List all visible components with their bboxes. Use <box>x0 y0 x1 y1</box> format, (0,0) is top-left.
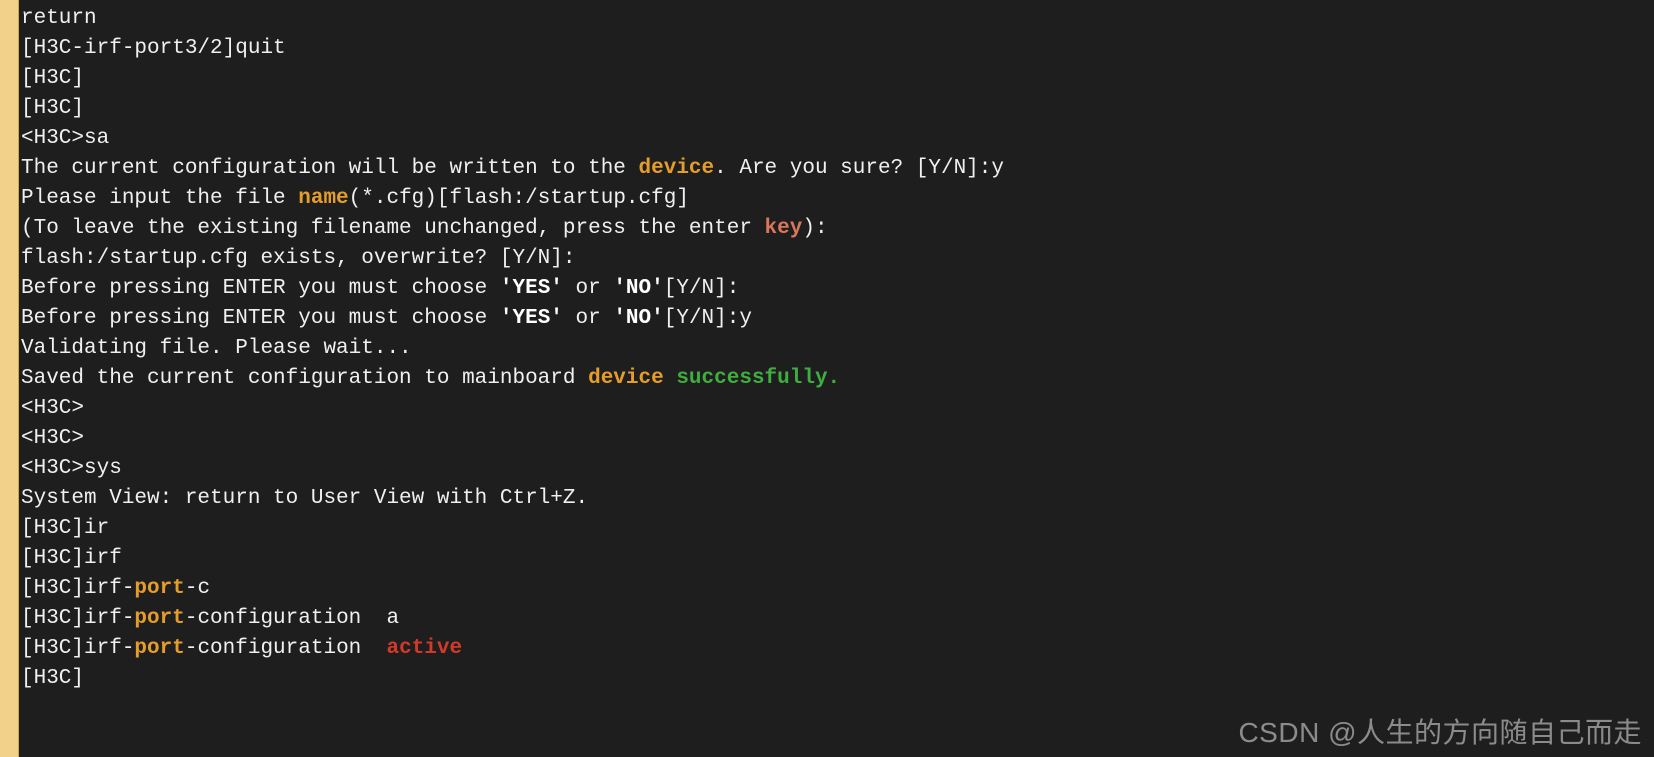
token-bold: 'YES' <box>500 307 563 330</box>
token: <H3C>sys <box>21 457 122 480</box>
terminal-line: (To leave the existing filename unchange… <box>21 214 1652 244</box>
token: <H3C>sa <box>21 127 109 150</box>
token-salmon: key <box>765 217 803 240</box>
token: [H3C]irf- <box>21 607 134 630</box>
token-orange: device <box>639 157 715 180</box>
terminal-line: [H3C] <box>21 664 1652 694</box>
terminal-line: <H3C>sa <box>21 124 1652 154</box>
token: [H3C]ir <box>21 517 109 540</box>
token-red: active <box>386 637 462 660</box>
token: The current configuration will be writte… <box>21 157 639 180</box>
token-bold: 'NO' <box>613 307 663 330</box>
token-orange: port <box>134 577 184 600</box>
token: or <box>563 277 613 300</box>
terminal-line: [H3C]irf <box>21 544 1652 574</box>
token: -configuration <box>185 637 387 660</box>
token-green: successfully. <box>676 367 840 390</box>
terminal-line: Before pressing ENTER you must choose 'Y… <box>21 304 1652 334</box>
terminal-line: [H3C]irf-port-configuration a <box>21 604 1652 634</box>
token: [H3C] <box>21 667 84 690</box>
token: flash:/startup.cfg exists, overwrite? [Y… <box>21 247 576 270</box>
token: or <box>563 307 613 330</box>
token: [H3C] <box>21 67 84 90</box>
token <box>664 367 677 390</box>
terminal-line: Before pressing ENTER you must choose 'Y… <box>21 274 1652 304</box>
terminal-line: [H3C]ir <box>21 514 1652 544</box>
token: [H3C]irf- <box>21 637 134 660</box>
token: -configuration a <box>185 607 399 630</box>
token: <H3C> <box>21 427 84 450</box>
token: [H3C]irf <box>21 547 122 570</box>
token: Validating file. Please wait... <box>21 337 412 360</box>
token: . Are you sure? [Y/N]:y <box>714 157 1004 180</box>
terminal-line: <H3C>sys <box>21 454 1652 484</box>
token: System View: return to User View with Ct… <box>21 487 588 510</box>
terminal-line: return <box>21 4 1652 34</box>
terminal-line: <H3C> <box>21 424 1652 454</box>
token: [H3C] <box>21 97 84 120</box>
token: [H3C-irf-port3/2]quit <box>21 37 286 60</box>
token-bold: 'NO' <box>613 277 663 300</box>
terminal-line: [H3C] <box>21 64 1652 94</box>
terminal-line: Saved the current configuration to mainb… <box>21 364 1652 394</box>
token: (To leave the existing filename unchange… <box>21 217 765 240</box>
terminal-line: Validating file. Please wait... <box>21 334 1652 364</box>
token: <H3C> <box>21 397 84 420</box>
token: (*.cfg)[flash:/startup.cfg] <box>349 187 689 210</box>
terminal-line: <H3C> <box>21 394 1652 424</box>
terminal-line: System View: return to User View with Ct… <box>21 484 1652 514</box>
token: return <box>21 7 97 30</box>
session-tab-gutter[interactable] <box>0 0 19 757</box>
terminal-line: [H3C]irf-port-c <box>21 574 1652 604</box>
terminal-line: [H3C]irf-port-configuration active <box>21 634 1652 664</box>
token: ): <box>802 217 827 240</box>
token: -c <box>185 577 210 600</box>
token-bold: 'YES' <box>500 277 563 300</box>
token: Please input the file <box>21 187 298 210</box>
token-orange: device <box>588 367 664 390</box>
terminal-line: [H3C] <box>21 94 1652 124</box>
token: [Y/N]: <box>664 277 740 300</box>
token-orange: port <box>134 607 184 630</box>
token: Before pressing ENTER you must choose <box>21 277 500 300</box>
terminal-line: [H3C-irf-port3/2]quit <box>21 34 1652 64</box>
terminal-line: Please input the file name(*.cfg)[flash:… <box>21 184 1652 214</box>
token: Saved the current configuration to mainb… <box>21 367 588 390</box>
token: [Y/N]:y <box>664 307 752 330</box>
terminal-line: The current configuration will be writte… <box>21 154 1652 184</box>
token-orange: name <box>298 187 348 210</box>
token: Before pressing ENTER you must choose <box>21 307 500 330</box>
terminal-frame: return [H3C-irf-port3/2]quit [H3C] [H3C] <H3… <box>0 0 1654 757</box>
token: [H3C]irf- <box>21 577 134 600</box>
token-orange: port <box>134 637 184 660</box>
terminal-line: flash:/startup.cfg exists, overwrite? [Y… <box>21 244 1652 274</box>
terminal-output[interactable]: return [H3C-irf-port3/2]quit [H3C] [H3C] <H3… <box>19 0 1654 757</box>
